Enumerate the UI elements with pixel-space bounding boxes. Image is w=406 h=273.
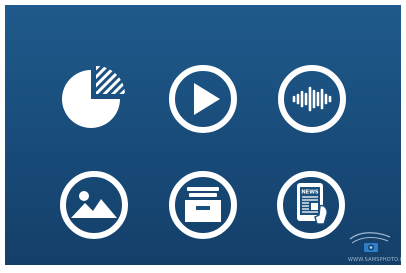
camera-wing-icon: [349, 232, 391, 252]
icon-grid-panel: NEWS WWW.SAMSPHOTO.KR: [5, 5, 401, 265]
watermark-text: WWW.SAMSPHOTO.KR: [348, 257, 401, 263]
play-icon[interactable]: [166, 62, 240, 136]
pie-chart-icon: [58, 62, 132, 136]
news-tablet-icon[interactable]: NEWS: [274, 168, 348, 242]
news-label: NEWS: [301, 190, 319, 196]
watermark-logo: WWW.SAMSPHOTO.KR: [348, 229, 401, 263]
image-icon[interactable]: [57, 168, 131, 242]
audio-waveform-icon[interactable]: [275, 62, 349, 136]
archive-box-icon[interactable]: [166, 168, 240, 242]
